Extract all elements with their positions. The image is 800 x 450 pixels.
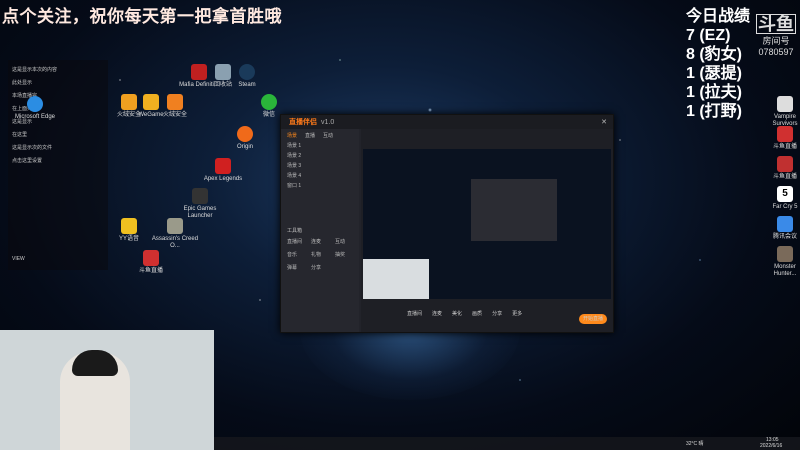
- toolbar-button[interactable]: 直播间: [407, 310, 422, 317]
- weather-text: 32°C 晴: [686, 441, 704, 447]
- desktop-icon-douyu-right-2[interactable]: 斗鱼直播: [770, 156, 800, 181]
- tool-item[interactable]: 直播间: [287, 238, 305, 245]
- scene-sidebar: 场景 直播 互动 场景 1 场景 2 场景 3 场景 4 窗口 1 工具箱 直播…: [281, 129, 359, 332]
- app-brand: 直播伴侣: [289, 119, 317, 126]
- desktop-icon-steam[interactable]: Steam: [222, 64, 272, 89]
- preview-area: 直播间 连麦 美化 画质 分享 更多 开始直播: [361, 129, 613, 332]
- tool-item[interactable]: 互动: [335, 238, 353, 245]
- window-close-icon[interactable]: ✕: [601, 118, 607, 126]
- tool-item[interactable]: 抽奖: [335, 251, 353, 258]
- desktop-icon-yy[interactable]: YY语音: [104, 218, 154, 243]
- left-info-panel: 这是显示本次的内容 此处显示 本场直播完 在上面先说 这是显示 在这里 这是显示…: [8, 60, 108, 270]
- edge-icon: [27, 96, 43, 112]
- stats-title: 今日战绩: [685, 8, 750, 25]
- panel-line: 点击这里设置: [12, 158, 43, 164]
- desktop-icon-origin[interactable]: Origin: [220, 126, 270, 151]
- tool-item[interactable]: 弹幕: [287, 264, 305, 271]
- start-live-button[interactable]: 开始直播: [579, 314, 607, 324]
- clock-date[interactable]: 2022/6/16: [760, 443, 782, 449]
- desktop-icon-monster-hunter[interactable]: Monster Hunter...: [770, 246, 800, 278]
- scene-item[interactable]: 场景 2: [287, 152, 353, 159]
- stats-row: 1 (打野): [685, 103, 742, 120]
- tab-interact[interactable]: 互动: [323, 132, 333, 139]
- douyu-icon: [143, 250, 159, 266]
- mh-icon: [777, 246, 793, 262]
- desktop-icon-assassins-creed[interactable]: Assassin's Creed O...: [150, 218, 200, 250]
- taskbar: 32°C 晴 13:05 2022/6/16: [214, 437, 800, 450]
- tool-item[interactable]: 分享: [311, 264, 329, 271]
- ac-icon: [167, 218, 183, 234]
- panel-line: 在这里: [12, 132, 28, 138]
- panel-footer: VIEW: [12, 256, 25, 262]
- logo-mark: 斗鱼: [756, 14, 796, 34]
- epic-icon: [192, 188, 208, 204]
- scene-item[interactable]: 场景 1: [287, 142, 353, 149]
- tab-live[interactable]: 直播: [305, 132, 315, 139]
- streamer-webcam: [0, 330, 214, 450]
- hair: [72, 350, 118, 376]
- stats-row: 1 (拉夫): [685, 84, 742, 101]
- desktop-icon-epic[interactable]: Epic Games Launcher: [175, 188, 225, 220]
- webcam-preview: [363, 259, 429, 299]
- panel-line: 此处显示: [12, 80, 33, 86]
- app-icon: [167, 94, 183, 110]
- desktop-icon-vampire-survivors[interactable]: Vampire Survivors: [770, 96, 800, 128]
- desktop-icon-far-cry[interactable]: 5 Far Cry 5: [770, 186, 800, 211]
- stats-row: 8 (豹女): [685, 46, 742, 63]
- douyu-icon: [777, 126, 793, 142]
- steam-icon: [239, 64, 255, 80]
- desktop-icon-douyu-right[interactable]: 斗鱼直播: [770, 126, 800, 151]
- toolbar-button[interactable]: 分享: [492, 310, 502, 317]
- toolbox-label: 工具箱: [287, 228, 303, 234]
- douyu-logo: 斗鱼 房间号 0780597: [756, 14, 796, 57]
- room-label: 房间号: [762, 36, 790, 46]
- scene-item[interactable]: 场景 3: [287, 162, 353, 169]
- apex-icon: [215, 158, 231, 174]
- stream-preview: [363, 149, 611, 299]
- farcry-icon: 5: [777, 186, 793, 202]
- desktop-icon-meeting[interactable]: 腾讯会议: [770, 216, 800, 241]
- room-id: 0780597: [758, 47, 794, 57]
- tool-item[interactable]: 礼物: [311, 251, 329, 258]
- daily-record: 今日战绩 7 (EZ) 8 (豹女) 1 (瑟提) 1 (拉夫) 1 (打野): [686, 2, 750, 121]
- stats-row: 7 (EZ): [685, 27, 731, 44]
- desktop-icon-apex[interactable]: Apex Legends: [198, 158, 248, 183]
- scene-item[interactable]: 窗口 1: [287, 182, 353, 189]
- window-titlebar: 直播伴侣 v1.0 ✕: [281, 115, 613, 129]
- yy-icon: [121, 218, 137, 234]
- wechat-icon: [261, 94, 277, 110]
- toolbar-button[interactable]: 更多: [512, 310, 522, 317]
- stats-row: 1 (瑟提): [685, 65, 742, 82]
- origin-icon: [237, 126, 253, 142]
- nested-window-preview: [471, 179, 557, 241]
- desktop-icon-douyu[interactable]: 斗鱼直播: [126, 250, 176, 275]
- toolbar-button[interactable]: 连麦: [432, 310, 442, 317]
- douyu-icon: [777, 156, 793, 172]
- bottom-toolbar: 直播间 连麦 美化 画质 分享 更多 开始直播: [361, 302, 613, 332]
- panel-line: 这是显示次的文件: [12, 145, 53, 151]
- meeting-icon: [777, 216, 793, 232]
- scene-item[interactable]: 场景 4: [287, 172, 353, 179]
- panel-line: 这是显示本次的内容: [12, 67, 58, 73]
- app-version: v1.0: [321, 118, 335, 126]
- app-icon: [777, 96, 793, 112]
- tool-item[interactable]: 音乐: [287, 251, 305, 258]
- tool-item[interactable]: 连麦: [311, 238, 329, 245]
- tab-scene[interactable]: 场景: [287, 132, 297, 139]
- follow-banner: 点个关注，祝你每天第一把拿首胜哦: [2, 7, 282, 26]
- desktop-icon-edge[interactable]: Microsoft Edge: [10, 96, 60, 121]
- toolbar-button[interactable]: 美化: [452, 310, 462, 317]
- toolbar-button[interactable]: 画质: [472, 310, 482, 317]
- desktop-icon-huorong2[interactable]: 火绒安全: [150, 94, 200, 119]
- live-companion-window[interactable]: 直播伴侣 v1.0 ✕ 场景 直播 互动 场景 1 场景 2 场景 3 场景 4…: [280, 114, 614, 333]
